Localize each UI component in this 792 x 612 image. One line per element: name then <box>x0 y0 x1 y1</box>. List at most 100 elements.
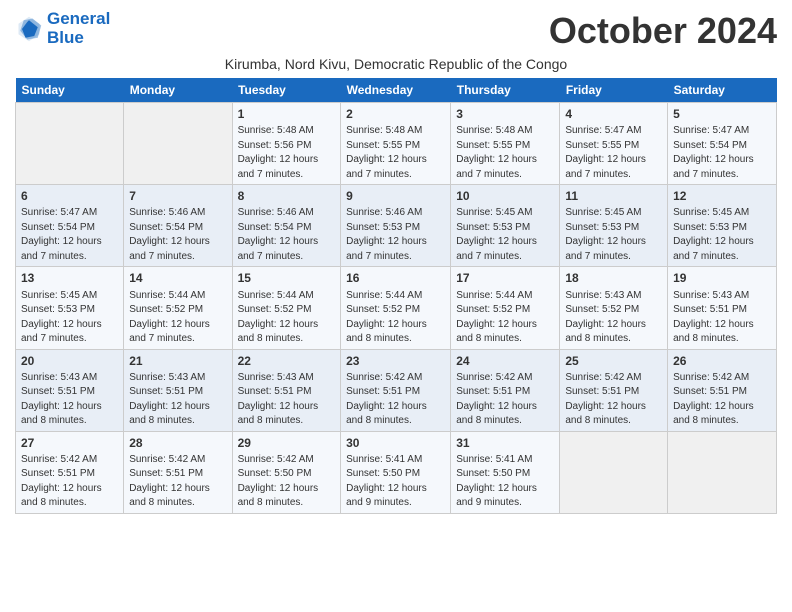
day-detail: Sunrise: 5:48 AM Sunset: 5:55 PM Dayligh… <box>456 125 537 180</box>
calendar-cell: 27 Sunrise: 5:42 AM Sunset: 5:51 PM Dayli… <box>16 431 124 513</box>
day-number: 18 <box>565 270 662 286</box>
calendar-cell: 31 Sunrise: 5:41 AM Sunset: 5:50 PM Dayli… <box>451 431 560 513</box>
calendar-cell: 4 Sunrise: 5:47 AM Sunset: 5:55 PM Daylig… <box>560 103 668 185</box>
calendar-cell <box>668 431 777 513</box>
day-number: 16 <box>346 270 445 286</box>
page-header: General Blue October 2024 <box>15 10 777 52</box>
weekday-header-sunday: Sunday <box>16 78 124 103</box>
calendar-cell: 25 Sunrise: 5:42 AM Sunset: 5:51 PM Dayli… <box>560 349 668 431</box>
day-number: 8 <box>238 188 336 204</box>
calendar-week-1: 1 Sunrise: 5:48 AM Sunset: 5:56 PM Daylig… <box>16 103 777 185</box>
calendar-cell: 28 Sunrise: 5:42 AM Sunset: 5:51 PM Dayli… <box>124 431 232 513</box>
day-number: 1 <box>238 106 336 122</box>
day-detail: Sunrise: 5:43 AM Sunset: 5:51 PM Dayligh… <box>129 372 210 427</box>
day-number: 13 <box>21 270 118 286</box>
calendar-cell: 21 Sunrise: 5:43 AM Sunset: 5:51 PM Dayli… <box>124 349 232 431</box>
day-detail: Sunrise: 5:48 AM Sunset: 5:55 PM Dayligh… <box>346 125 427 180</box>
day-detail: Sunrise: 5:43 AM Sunset: 5:51 PM Dayligh… <box>21 372 102 427</box>
calendar-cell: 2 Sunrise: 5:48 AM Sunset: 5:55 PM Daylig… <box>341 103 451 185</box>
day-detail: Sunrise: 5:42 AM Sunset: 5:51 PM Dayligh… <box>21 454 102 509</box>
day-detail: Sunrise: 5:47 AM Sunset: 5:54 PM Dayligh… <box>21 207 102 262</box>
calendar-week-5: 27 Sunrise: 5:42 AM Sunset: 5:51 PM Dayli… <box>16 431 777 513</box>
calendar-cell: 14Sunrise: 5:44 AM Sunset: 5:52 PM Dayli… <box>124 267 232 349</box>
day-number: 20 <box>21 353 118 369</box>
day-number: 15 <box>238 270 336 286</box>
calendar-cell: 18 Sunrise: 5:43 AM Sunset: 5:52 PM Dayli… <box>560 267 668 349</box>
day-number: 27 <box>21 435 118 451</box>
day-detail: Sunrise: 5:42 AM Sunset: 5:51 PM Dayligh… <box>456 372 537 427</box>
day-number: 4 <box>565 106 662 122</box>
calendar-cell: 19 Sunrise: 5:43 AM Sunset: 5:51 PM Dayli… <box>668 267 777 349</box>
calendar-cell: 1 Sunrise: 5:48 AM Sunset: 5:56 PM Daylig… <box>232 103 341 185</box>
day-detail: Sunrise: 5:45 AM Sunset: 5:53 PM Dayligh… <box>456 207 537 262</box>
day-number: 3 <box>456 106 554 122</box>
day-number: 25 <box>565 353 662 369</box>
day-detail: Sunrise: 5:43 AM Sunset: 5:51 PM Dayligh… <box>238 372 319 427</box>
weekday-header-monday: Monday <box>124 78 232 103</box>
day-number: 6 <box>21 188 118 204</box>
calendar-cell: 10 Sunrise: 5:45 AM Sunset: 5:53 PM Dayli… <box>451 185 560 267</box>
calendar-cell: 8Sunrise: 5:46 AM Sunset: 5:54 PM Daylig… <box>232 185 341 267</box>
day-detail: Sunrise: 5:42 AM Sunset: 5:50 PM Dayligh… <box>238 454 319 509</box>
calendar-cell: 3 Sunrise: 5:48 AM Sunset: 5:55 PM Daylig… <box>451 103 560 185</box>
day-detail: Sunrise: 5:44 AM Sunset: 5:52 PM Dayligh… <box>238 290 319 345</box>
calendar-week-4: 20 Sunrise: 5:43 AM Sunset: 5:51 PM Dayli… <box>16 349 777 431</box>
day-number: 12 <box>673 188 771 204</box>
weekday-header-tuesday: Tuesday <box>232 78 341 103</box>
day-detail: Sunrise: 5:43 AM Sunset: 5:52 PM Dayligh… <box>565 290 646 345</box>
calendar-cell: 5 Sunrise: 5:47 AM Sunset: 5:54 PM Daylig… <box>668 103 777 185</box>
day-number: 26 <box>673 353 771 369</box>
day-number: 7 <box>129 188 226 204</box>
day-number: 11 <box>565 188 662 204</box>
day-number: 31 <box>456 435 554 451</box>
day-detail: Sunrise: 5:44 AM Sunset: 5:52 PM Dayligh… <box>346 290 427 345</box>
day-detail: Sunrise: 5:47 AM Sunset: 5:55 PM Dayligh… <box>565 125 646 180</box>
calendar-cell: 7 Sunrise: 5:46 AM Sunset: 5:54 PM Daylig… <box>124 185 232 267</box>
location-title: Kirumba, Nord Kivu, Democratic Republic … <box>15 56 777 72</box>
calendar-cell: 29 Sunrise: 5:42 AM Sunset: 5:50 PM Dayli… <box>232 431 341 513</box>
weekday-header-row: SundayMondayTuesdayWednesdayThursdayFrid… <box>16 78 777 103</box>
weekday-header-saturday: Saturday <box>668 78 777 103</box>
calendar-cell: 9 Sunrise: 5:46 AM Sunset: 5:53 PM Daylig… <box>341 185 451 267</box>
calendar-cell: 24 Sunrise: 5:42 AM Sunset: 5:51 PM Dayli… <box>451 349 560 431</box>
day-detail: Sunrise: 5:42 AM Sunset: 5:51 PM Dayligh… <box>565 372 646 427</box>
day-detail: Sunrise: 5:41 AM Sunset: 5:50 PM Dayligh… <box>456 454 537 509</box>
day-number: 23 <box>346 353 445 369</box>
day-number: 29 <box>238 435 336 451</box>
logo-icon <box>15 15 43 43</box>
day-number: 24 <box>456 353 554 369</box>
day-number: 19 <box>673 270 771 286</box>
day-detail: Sunrise: 5:46 AM Sunset: 5:53 PM Dayligh… <box>346 207 427 262</box>
calendar-week-3: 13 Sunrise: 5:45 AM Sunset: 5:53 PM Dayli… <box>16 267 777 349</box>
calendar-cell: 26Sunrise: 5:42 AM Sunset: 5:51 PM Dayli… <box>668 349 777 431</box>
day-detail: Sunrise: 5:48 AM Sunset: 5:56 PM Dayligh… <box>238 125 319 180</box>
day-detail: Sunrise: 5:44 AM Sunset: 5:52 PM Dayligh… <box>456 290 537 345</box>
day-number: 21 <box>129 353 226 369</box>
calendar-cell: 16 Sunrise: 5:44 AM Sunset: 5:52 PM Dayli… <box>341 267 451 349</box>
day-number: 10 <box>456 188 554 204</box>
day-detail: Sunrise: 5:42 AM Sunset: 5:51 PM Dayligh… <box>129 454 210 509</box>
day-detail: Sunrise: 5:47 AM Sunset: 5:54 PM Dayligh… <box>673 125 754 180</box>
day-number: 28 <box>129 435 226 451</box>
day-detail: Sunrise: 5:43 AM Sunset: 5:51 PM Dayligh… <box>673 290 754 345</box>
day-number: 14 <box>129 270 226 286</box>
calendar-cell: 6 Sunrise: 5:47 AM Sunset: 5:54 PM Daylig… <box>16 185 124 267</box>
day-detail: Sunrise: 5:45 AM Sunset: 5:53 PM Dayligh… <box>21 290 102 345</box>
calendar-cell: 17Sunrise: 5:44 AM Sunset: 5:52 PM Dayli… <box>451 267 560 349</box>
calendar-cell: 15 Sunrise: 5:44 AM Sunset: 5:52 PM Dayli… <box>232 267 341 349</box>
calendar-week-2: 6 Sunrise: 5:47 AM Sunset: 5:54 PM Daylig… <box>16 185 777 267</box>
calendar-cell: 13 Sunrise: 5:45 AM Sunset: 5:53 PM Dayli… <box>16 267 124 349</box>
day-detail: Sunrise: 5:42 AM Sunset: 5:51 PM Dayligh… <box>346 372 427 427</box>
calendar-table: SundayMondayTuesdayWednesdayThursdayFrid… <box>15 78 777 514</box>
day-number: 22 <box>238 353 336 369</box>
day-detail: Sunrise: 5:41 AM Sunset: 5:50 PM Dayligh… <box>346 454 427 509</box>
day-number: 9 <box>346 188 445 204</box>
day-number: 2 <box>346 106 445 122</box>
logo: General Blue <box>15 10 110 47</box>
calendar-cell <box>124 103 232 185</box>
day-number: 5 <box>673 106 771 122</box>
calendar-cell: 12Sunrise: 5:45 AM Sunset: 5:53 PM Dayli… <box>668 185 777 267</box>
calendar-body: 1 Sunrise: 5:48 AM Sunset: 5:56 PM Daylig… <box>16 103 777 514</box>
day-detail: Sunrise: 5:46 AM Sunset: 5:54 PM Dayligh… <box>129 207 210 262</box>
logo-text: General Blue <box>47 10 110 47</box>
